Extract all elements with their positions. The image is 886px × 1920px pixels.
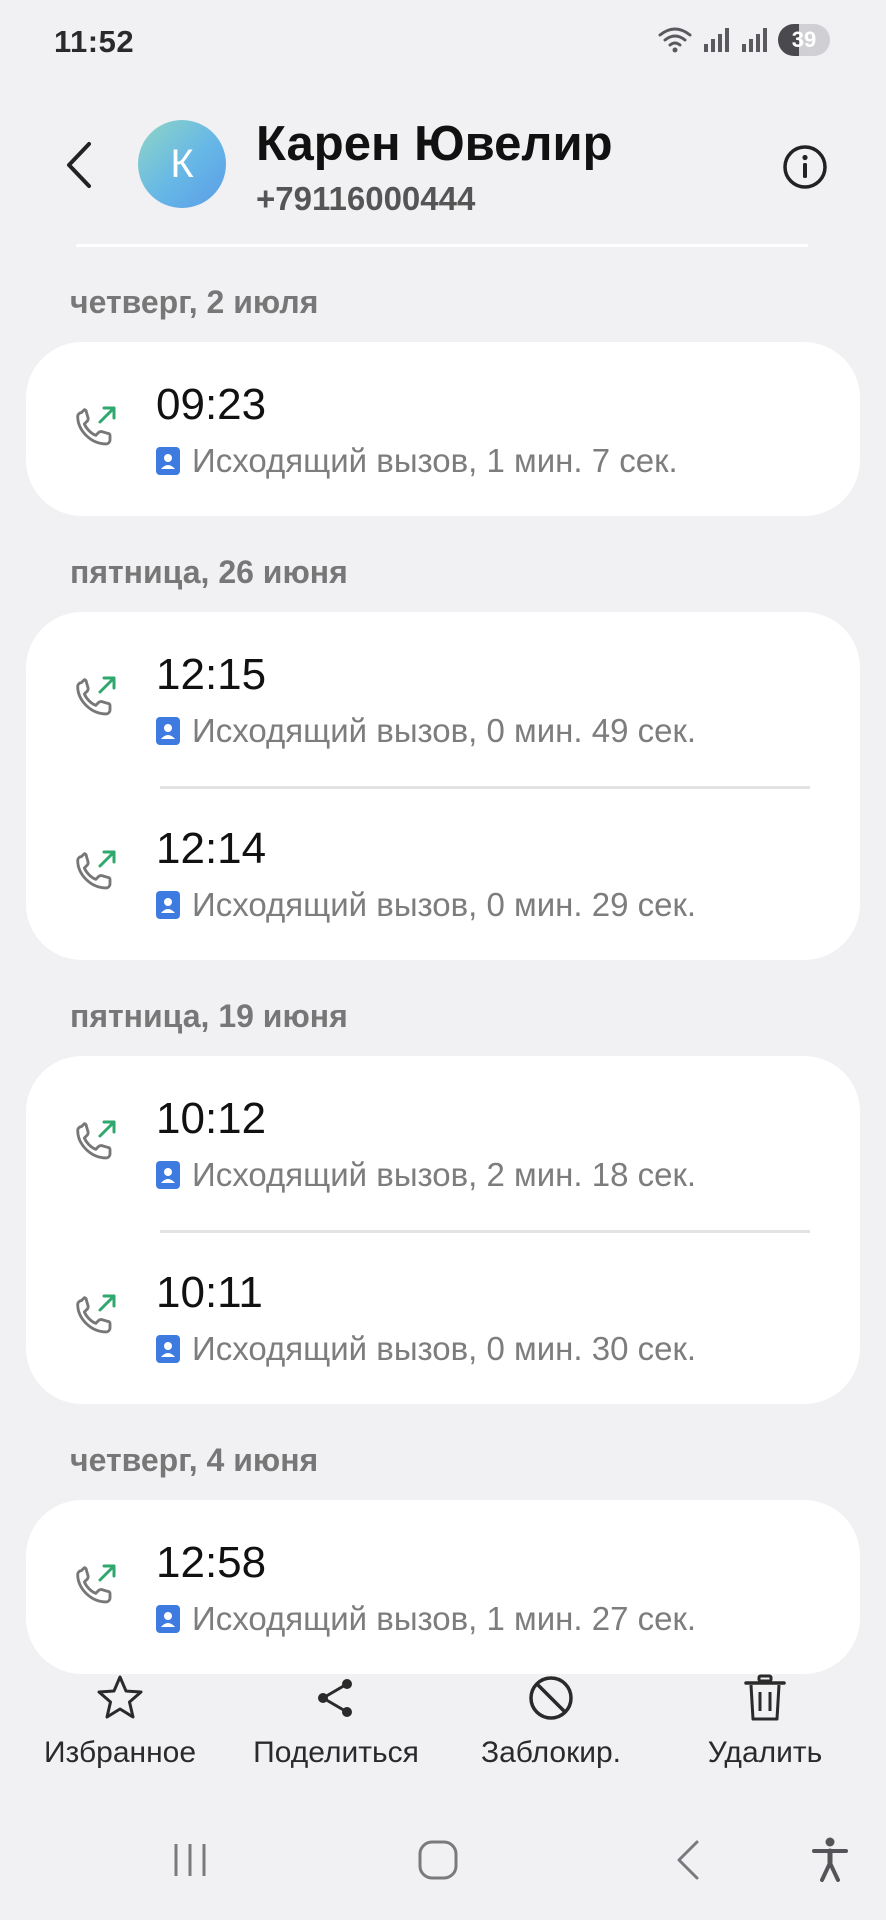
call-time: 10:12 [156,1094,267,1143]
back-button[interactable] [50,130,106,200]
call-detail: Исходящий вызов, 1 мин. 7 сек. [156,442,678,480]
system-nav-bar [0,1830,886,1890]
contact-phone: +79116000444 [256,180,476,217]
call-card: 12:15 Исходящий вызов, 0 мин. 49 сек. 12… [26,612,860,960]
sim-card-icon [156,1335,180,1363]
group-date: пятница, 26 июня [70,554,348,590]
outgoing-call-icon [76,1120,116,1160]
status-icons: 39 [658,24,830,56]
accessibility-icon [812,1837,848,1882]
call-time: 12:14 [156,824,267,873]
call-description: Исходящий вызов, 2 мин. 18 сек. [192,1156,697,1193]
call-time: 09:23 [156,380,267,429]
call-detail: Исходящий вызов, 2 мин. 18 сек. [156,1156,696,1194]
contact-name: Карен Ювелир [256,117,613,171]
call-row[interactable]: 12:14 Исходящий вызов, 0 мин. 29 сек. [26,786,860,960]
trash-icon [739,1672,791,1724]
wifi-icon [658,26,692,54]
outgoing-call-icon [76,406,116,446]
delete-label: Удалить [707,1736,823,1769]
call-time: 12:58 [156,1538,267,1587]
share-icon [310,1672,362,1724]
block-label: Заблокир. [480,1736,622,1769]
back-nav-icon [677,1840,699,1880]
outgoing-call-icon [76,850,116,890]
delete-button[interactable]: Удалить [696,1672,834,1770]
call-card: 12:58 Исходящий вызов, 1 мин. 27 сек. [26,1500,860,1674]
battery-icon: 39 [778,24,830,56]
call-row[interactable]: 09:23 Исходящий вызов, 1 мин. 7 сек. [26,342,860,516]
call-description: Исходящий вызов, 0 мин. 30 сек. [192,1330,697,1367]
share-button[interactable]: Поделиться [242,1672,430,1770]
call-card: 10:12 Исходящий вызов, 2 мин. 18 сек. 10… [26,1056,860,1404]
back-arrow-icon [67,142,91,188]
block-icon [525,1672,577,1724]
call-row[interactable]: 10:11 Исходящий вызов, 0 мин. 30 сек. [26,1230,860,1404]
call-row[interactable]: 12:15 Исходящий вызов, 0 мин. 49 сек. [26,612,860,786]
call-card: 09:23 Исходящий вызов, 1 мин. 7 сек. [26,342,860,516]
favorite-button[interactable]: Избранное [36,1672,204,1770]
screen: 11:52 39 К Карен Ювелир +79116000444 чет… [0,0,886,1920]
favorite-label: Избранное [43,1736,197,1769]
call-row[interactable]: 12:58 Исходящий вызов, 1 мин. 27 сек. [26,1500,860,1674]
call-time: 10:11 [156,1268,263,1317]
home-icon [418,1840,458,1880]
avatar-letter: К [170,141,194,186]
signal-icon-2 [740,26,768,54]
outgoing-call-icon [76,1294,116,1334]
call-detail: Исходящий вызов, 0 мин. 30 сек. [156,1330,696,1368]
avatar: К [138,120,226,208]
group-date: четверг, 4 июня [70,1442,319,1478]
sim-card-icon [156,1161,180,1189]
star-icon [94,1672,146,1724]
accessibility-button[interactable] [800,1830,860,1890]
block-button[interactable]: Заблокир. [470,1672,632,1770]
signal-icon [702,26,730,54]
group-date: четверг, 2 июля [70,284,319,320]
header-divider [76,244,808,247]
home-button[interactable] [408,1830,468,1890]
group-date: пятница, 19 июня [70,998,348,1034]
call-detail: Исходящий вызов, 0 мин. 29 сек. [156,886,696,924]
call-group: четверг, 2 июля 09:23 Исходящий вызов, 1… [0,266,886,516]
outgoing-call-icon [76,1564,116,1604]
call-description: Исходящий вызов, 1 мин. 7 сек. [192,442,678,479]
call-row[interactable]: 10:12 Исходящий вызов, 2 мин. 18 сек. [26,1056,860,1230]
contact-header: К Карен Ювелир +79116000444 [0,100,886,230]
sim-card-icon [156,1605,180,1633]
status-bar: 11:52 39 [0,0,886,86]
outgoing-call-icon [76,676,116,716]
call-description: Исходящий вызов, 0 мин. 49 сек. [192,712,697,749]
action-bar: Избранное Поделиться Заблокир. Удалить [0,1672,886,1782]
info-button[interactable] [780,142,830,192]
call-group: пятница, 26 июня 12:15 Исходящий вызов, … [0,536,886,960]
recent-apps-button[interactable] [160,1830,220,1890]
call-time: 12:15 [156,650,267,699]
share-label: Поделиться [253,1736,419,1769]
sim-card-icon [156,447,180,475]
status-time: 11:52 [54,24,135,59]
back-nav-button[interactable] [658,1830,718,1890]
call-group: четверг, 4 июня 12:58 Исходящий вызов, 1… [0,1424,886,1674]
recent-apps-icon [174,1844,206,1876]
call-description: Исходящий вызов, 0 мин. 29 сек. [192,886,697,923]
info-icon [783,145,827,189]
call-detail: Исходящий вызов, 0 мин. 49 сек. [156,712,696,750]
call-detail: Исходящий вызов, 1 мин. 27 сек. [156,1600,696,1638]
call-group: пятница, 19 июня 10:12 Исходящий вызов, … [0,980,886,1404]
battery-level: 39 [791,27,817,52]
call-history-list: четверг, 2 июля 09:23 Исходящий вызов, 1… [0,266,886,1674]
sim-card-icon [156,891,180,919]
call-description: Исходящий вызов, 1 мин. 27 сек. [192,1600,697,1637]
sim-card-icon [156,717,180,745]
